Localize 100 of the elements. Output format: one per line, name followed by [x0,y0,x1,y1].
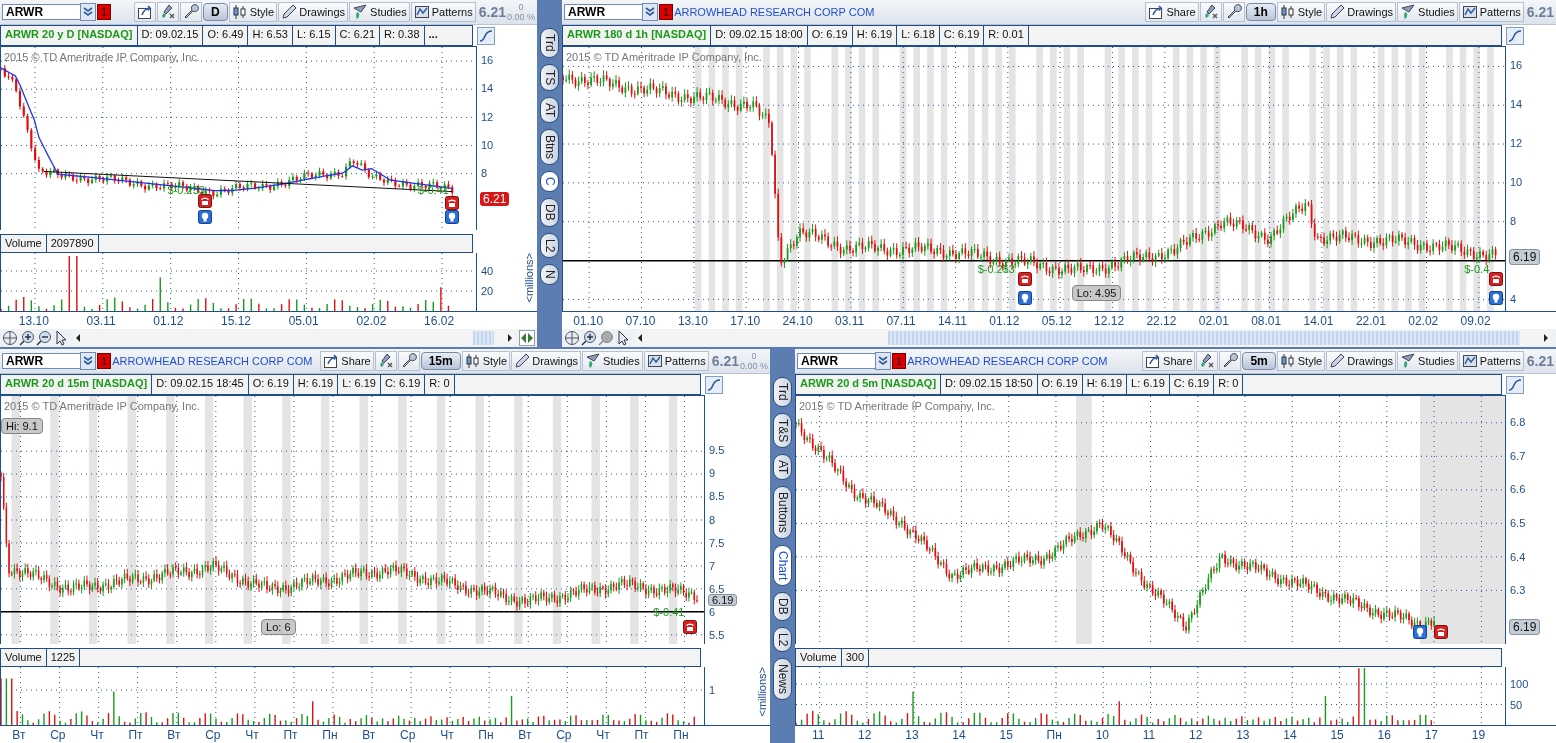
symbol-field[interactable]: ARWR [797,353,877,369]
style-button[interactable]: Style [461,351,511,371]
percent-change: 0.00 % [739,361,768,371]
drawings-button[interactable]: Drawings [511,351,582,371]
symbol-field[interactable]: ARWR [564,4,644,20]
drawings-button[interactable]: Drawings [278,2,349,22]
side-tab[interactable]: DB [540,198,559,227]
date-tick: 14.01 [1303,313,1334,328]
quote-field: H: 6.19 [1082,375,1128,394]
side-tab[interactable]: N [540,264,559,285]
date-tick: 09.02 [1460,313,1491,328]
more-link[interactable]: ... [424,26,442,45]
patterns-button[interactable]: Patterns [1458,351,1524,371]
volume-unit: <millions> [523,253,535,303]
side-tab[interactable]: Trd [540,28,559,58]
style-button[interactable]: Style [1276,2,1326,22]
quote-field: O: 6.19 [807,26,853,45]
date-tick: 22.01 [1355,313,1386,328]
drawings-button[interactable]: Drawings [1326,351,1397,371]
side-tab[interactable]: AT [773,453,792,481]
symbol-field[interactable]: ARWR [2,353,82,369]
price-tick: 4 [1510,293,1517,306]
side-tab[interactable]: Chart [773,545,792,587]
side-tab[interactable]: L2 [540,232,559,259]
date-tick: Чт [90,727,104,742]
price-tick: 16 [481,54,494,67]
side-tab[interactable]: T&S [773,412,792,448]
date-tick: 17.10 [730,313,761,328]
price-tick: 7 [709,559,716,572]
volume-value: 1225 [46,649,81,666]
side-tab[interactable]: L2 [773,627,792,653]
quote-field: D: 09.02.15 [137,26,204,45]
period-button[interactable]: D [203,3,228,21]
volume-tick: 1 [709,684,716,697]
style-button[interactable]: Style [1276,351,1326,371]
alert-count[interactable]: 1 [659,4,674,20]
share-button[interactable]: Share [1142,351,1196,371]
patterns-button[interactable]: Patterns [410,2,476,22]
last-price: 6.21 [1526,4,1554,20]
share-button[interactable]: Share [1145,2,1199,22]
alert-count[interactable]: 1 [892,353,907,369]
date-tick: 19 [1471,727,1486,742]
last-price: 6.21 [1526,353,1554,369]
side-tab[interactable]: DB [773,592,792,622]
date-tick: Ср [205,727,221,742]
company-name-link[interactable]: ARROWHEAD RESEARCH CORP COM [112,355,313,367]
date-tick: 13 [905,727,919,742]
quote-field: D: 09.02.15 18:50 [941,375,1038,394]
quote-field: R: 0.01 [984,26,1029,45]
quote-field: R: 0 [425,375,455,394]
company-name-link[interactable]: ARROWHEAD RESEARCH CORP COM [674,6,875,18]
date-tick: 17 [1424,727,1438,742]
quote-field: C: 6.19 [939,26,985,45]
drawings-button[interactable]: Drawings [1326,2,1397,22]
studies-button[interactable]: Studies [349,2,410,22]
price-callout: Hi: 9.1 [1,417,43,434]
side-tab[interactable]: News [773,658,792,701]
period-button[interactable]: 5m [1242,352,1276,370]
chart-title: ARWR 180 d 1h [NASDAQ] [563,26,712,45]
alert-count[interactable]: 1 [97,353,112,369]
price-tick: 8 [709,513,716,526]
alert-count[interactable]: 1 [97,4,112,20]
quote-field: C: 6.21 [335,26,381,45]
date-tick: 16 [1377,727,1391,742]
share-button[interactable]: Share [320,351,374,371]
patterns-button[interactable]: Patterns [1458,2,1524,22]
price-tick: 10 [1510,176,1523,189]
date-tick: 15 [999,727,1013,742]
studies-button[interactable]: Studies [1397,351,1458,371]
price-tag: 6.19 [1509,248,1541,265]
side-tab[interactable]: Trd [773,377,792,407]
date-tick: Вт [518,727,532,742]
quote-field: O: 6.49 [203,26,249,45]
side-tab[interactable]: TS [540,63,559,91]
side-tab[interactable]: Btns [540,129,559,166]
side-tab[interactable]: AT [540,96,559,124]
price-tick: 6.5 [709,582,725,595]
quote-field: H: 6.19 [852,26,898,45]
studies-button[interactable]: Studies [582,351,643,371]
date-tick: 14 [952,727,966,742]
side-tab[interactable]: Buttons [773,486,792,540]
quote-field: O: 6.19 [248,375,294,394]
quote-field: R: 0 [1214,375,1244,394]
price-change-label: $-0.253 [977,262,1015,275]
style-button[interactable]: Style [228,2,278,22]
studies-button[interactable]: Studies [1397,2,1458,22]
date-tick: Чт [245,727,259,742]
date-tick: 13 [1236,727,1250,742]
price-change: 0 [751,351,757,361]
period-button[interactable]: 1h [1245,3,1276,21]
volume-value: 300 [841,649,870,666]
price-callout: Lo: 4.95 [1071,284,1122,301]
side-tab[interactable]: C [540,171,559,193]
date-tick: Ср [50,727,66,742]
patterns-button[interactable]: Patterns [643,351,709,371]
symbol-field[interactable]: ARWR [2,4,82,20]
company-name-link[interactable]: ARROWHEAD RESEARCH CORP COM [907,355,1108,367]
period-button[interactable]: 15m [420,352,461,370]
quote-field: C: 6.19 [1169,375,1215,394]
date-tick: 22.12 [1146,313,1177,328]
